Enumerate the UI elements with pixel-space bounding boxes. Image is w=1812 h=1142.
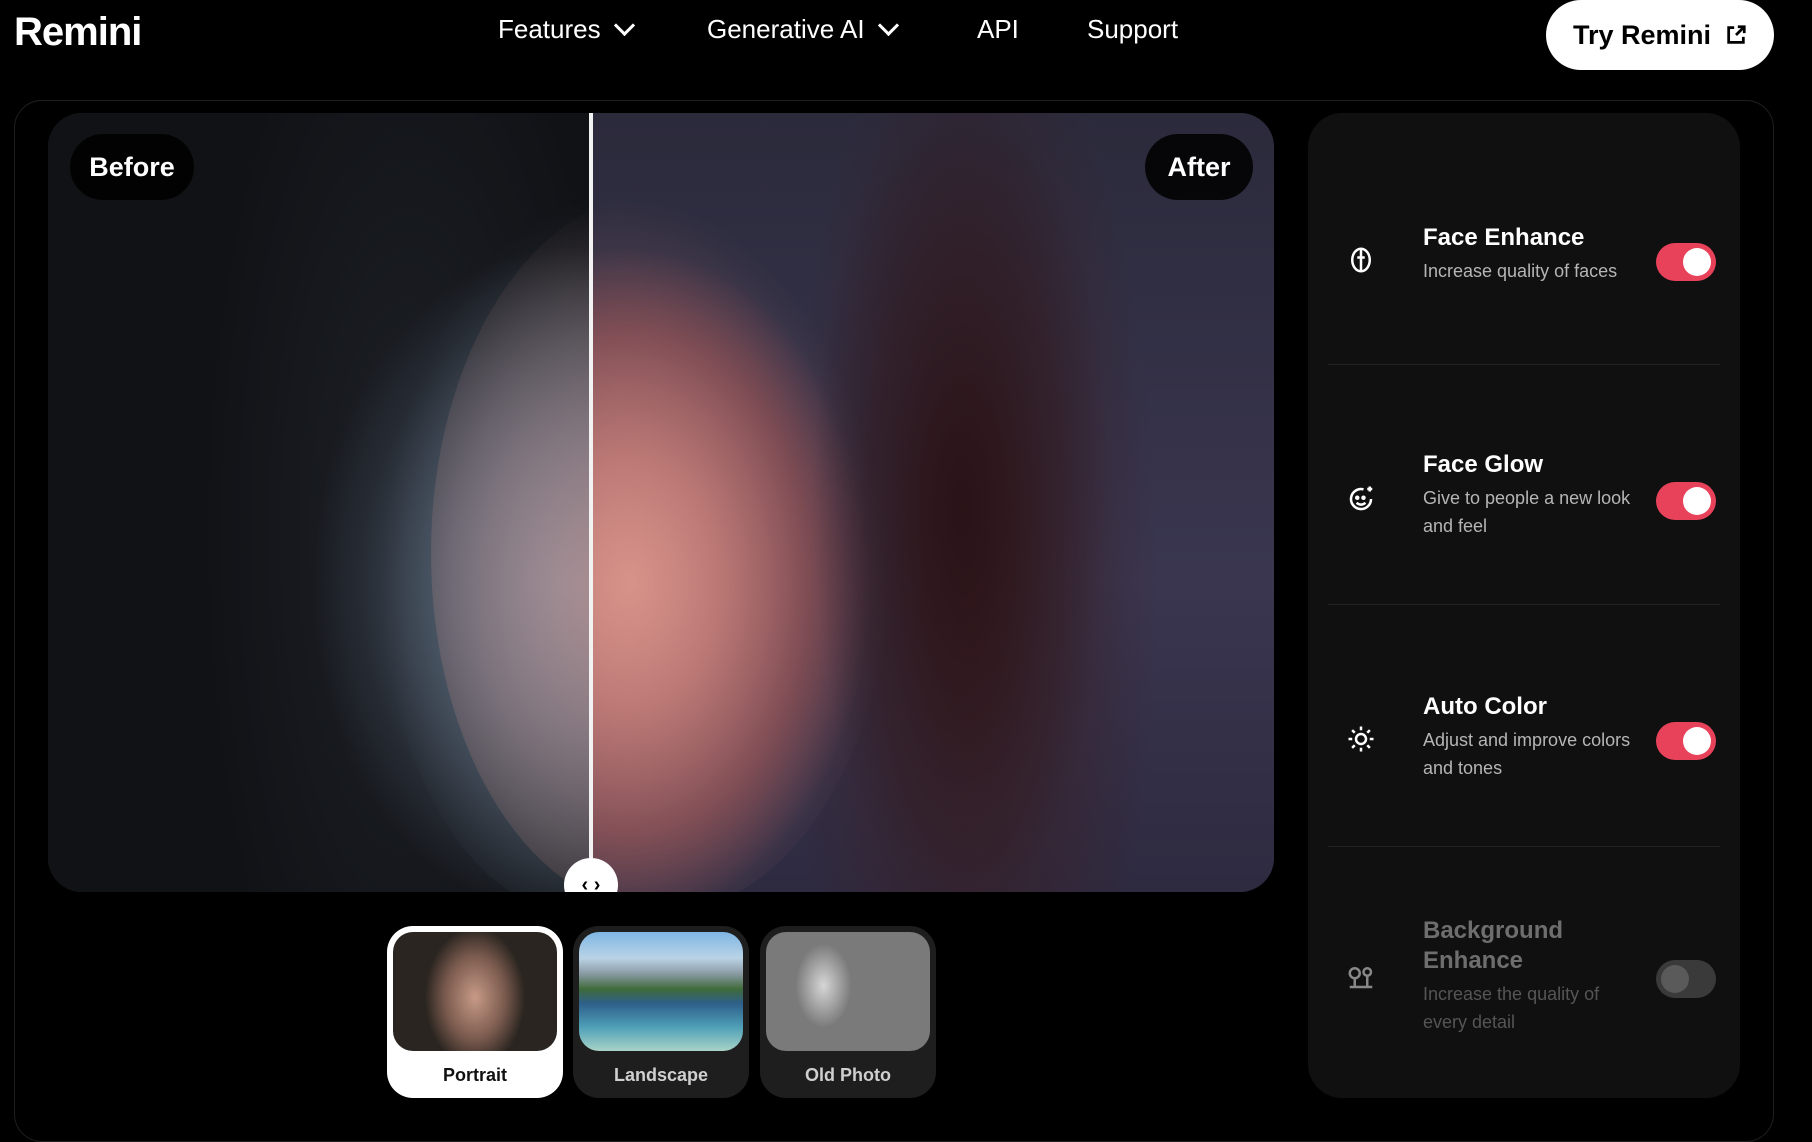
chevron-down-icon [877,14,899,37]
sun-icon [1348,726,1374,752]
before-after-compare[interactable]: ‹ › Before After [48,113,1274,892]
before-label: Before [70,134,194,200]
toggle-knob [1683,248,1711,276]
thumbnail-landscape[interactable]: Landscape [573,926,749,1098]
background-trees-icon [1348,967,1373,989]
toggle-knob [1661,965,1689,993]
thumbnail-old-photo[interactable]: Old Photo [760,926,936,1098]
feature-auto-color: Auto Color Adjust and improve colors and… [1328,682,1720,822]
face-enhance-toggle[interactable] [1656,243,1716,281]
top-nav: Remini Features Generative AI API Suppor… [0,0,1812,70]
nav-support[interactable]: Support [1087,14,1178,45]
nav-generative-ai-label: Generative AI [707,14,865,44]
feature-title: Face Glow [1423,451,1544,478]
try-remini-button[interactable]: Try Remini [1546,0,1774,70]
chevron-down-icon [613,14,635,37]
divider [1328,364,1720,365]
divider [1328,846,1720,847]
face-glow-toggle[interactable] [1656,482,1716,520]
feature-face-glow: Face Glow Give to people a new look and … [1328,440,1720,580]
thumbnail-portrait[interactable]: Portrait [387,926,563,1098]
thumbnail-label: Landscape [613,1065,709,1085]
enhancement-panel: Face Enhance Increase quality of faces F… [1308,113,1740,1098]
feature-description: Give to people a new look and feel [1423,488,1631,536]
face-glow-icon [1349,486,1373,511]
nav-generative-ai[interactable]: Generative AI [707,14,899,45]
toggle-knob [1683,727,1711,755]
after-label: After [1145,134,1253,200]
nav-support-label: Support [1087,14,1179,44]
nav-features[interactable]: Features [498,14,635,45]
feature-title: Auto Color [1423,693,1547,720]
feature-description: Increase quality of faces [1423,261,1618,281]
landscape-thumbnail-image [579,932,743,1051]
nav-features-label: Features [498,14,601,44]
auto-color-toggle[interactable] [1656,722,1716,760]
try-remini-label: Try Remini [1572,19,1712,50]
feature-face-enhance: Face Enhance Increase quality of faces [1328,213,1720,333]
thumbnail-label: Old Photo [805,1065,891,1085]
after-image [431,113,1274,892]
remini-logo[interactable]: Remini [14,10,142,55]
feature-title: Background Enhance [1423,917,1564,974]
thumbnail-label: Portrait [442,1065,507,1085]
feature-description: Adjust and improve colors and tones [1423,730,1631,778]
feature-background-enhance: Background Enhance Increase the quality … [1328,906,1720,1046]
old-photo-thumbnail-image [766,932,930,1051]
nav-api[interactable]: API [977,14,1019,45]
background-enhance-toggle[interactable] [1656,960,1716,998]
feature-description: Increase the quality of every detail [1423,984,1600,1032]
divider [1328,604,1720,605]
feature-title: Face Enhance [1423,224,1585,251]
external-link-icon [1727,25,1746,44]
toggle-knob [1683,487,1711,515]
face-enhance-icon [1351,247,1371,273]
portrait-thumbnail-image [393,932,557,1051]
compare-divider[interactable] [589,113,593,892]
nav-api-label: API [977,14,1019,44]
drag-horizontal-icon: ‹ › [581,873,601,893]
